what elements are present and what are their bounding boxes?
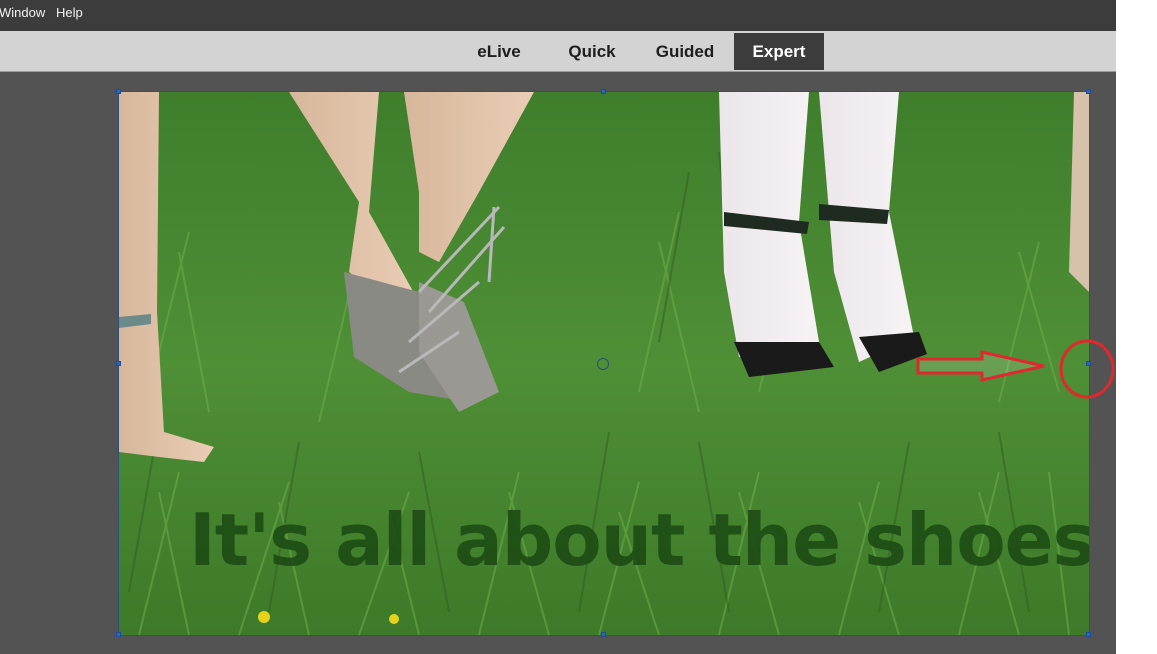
menu-bar: Window Help	[0, 0, 1116, 31]
menu-help[interactable]: Help	[56, 6, 83, 20]
transform-handle-top-center[interactable]	[601, 89, 606, 94]
transform-handle-bottom-left[interactable]	[116, 632, 121, 637]
tab-guided[interactable]: Guided	[645, 33, 725, 70]
mode-switcher-bar: eLive Quick Guided Expert	[0, 31, 1116, 72]
tab-elive[interactable]: eLive	[462, 33, 536, 70]
transform-center-point[interactable]	[597, 358, 609, 370]
tab-quick[interactable]: Quick	[556, 33, 628, 70]
transform-handle-bottom-center[interactable]	[601, 632, 606, 637]
transform-handle-top-right[interactable]	[1086, 89, 1091, 94]
transform-handle-bottom-right[interactable]	[1086, 632, 1091, 637]
transform-handle-middle-right[interactable]	[1086, 361, 1091, 366]
text-layer[interactable]: It's all about the shoes	[119, 490, 1089, 590]
transform-handle-middle-left[interactable]	[116, 361, 121, 366]
transform-handle-top-left[interactable]	[116, 89, 121, 94]
tab-expert[interactable]: Expert	[734, 33, 824, 70]
menu-window[interactable]: Window	[0, 6, 45, 20]
photo-editor-window: Window Help eLive Quick Guided Expert It…	[0, 0, 1116, 654]
